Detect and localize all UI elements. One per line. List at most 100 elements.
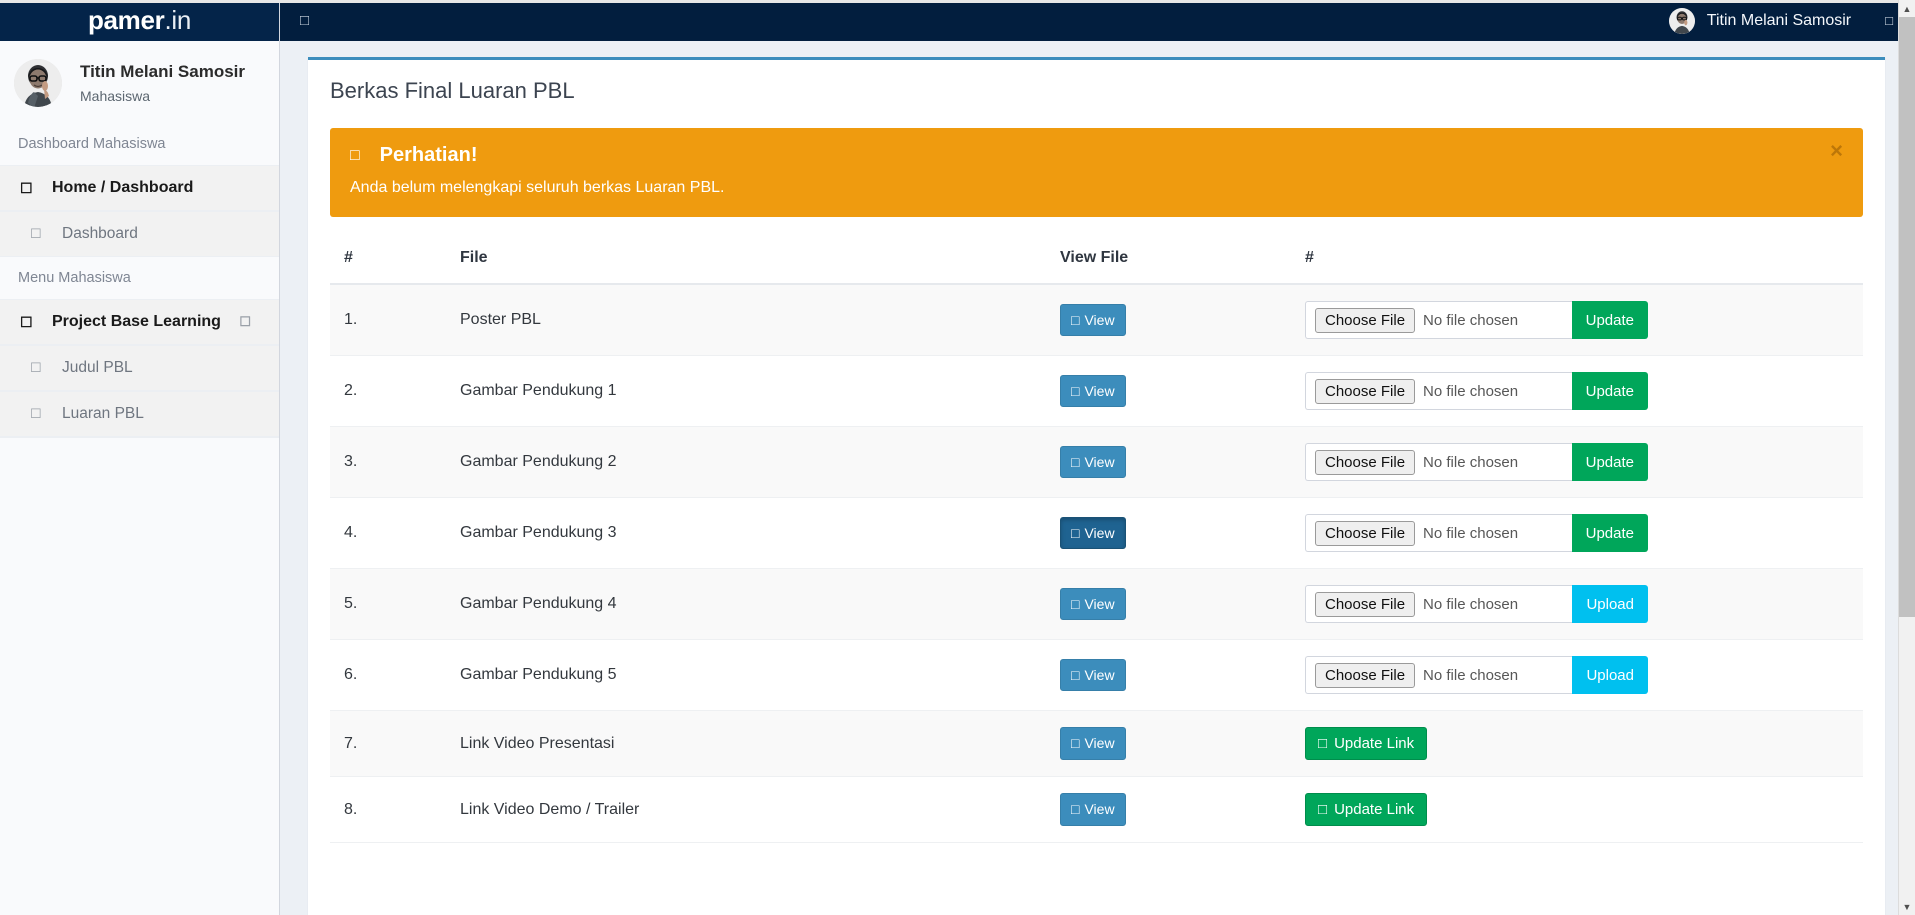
eye-icon: □ [1071,453,1080,470]
file-input[interactable]: Choose File No file chosen [1305,585,1573,623]
file-upload-group: Choose File No file chosen Update [1305,301,1648,339]
row-file-name: Gambar Pendukung 5 [450,639,1050,711]
row-action-cell: Choose File No file chosen Update [1295,497,1863,569]
submit-file-button[interactable]: Update [1571,372,1648,410]
file-status-text: No file chosen [1423,524,1519,542]
choose-file-button[interactable]: Choose File [1315,591,1416,617]
row-action-cell: □ Update Link [1295,776,1863,843]
sidebar-user-role: Mahasiswa [80,87,151,104]
navbar-user-menu[interactable]: Titin Melani Samosir □ [1668,7,1915,34]
update-link-button[interactable]: □ Update Link [1305,793,1428,826]
page-scrollbar[interactable]: ▲ ▼ [1898,0,1915,915]
brand-name-light: .in [164,5,192,35]
brand-logo[interactable]: pamer .in [0,0,279,41]
row-view-cell: □ View [1050,776,1295,843]
file-input[interactable]: Choose File No file chosen [1305,443,1572,481]
view-file-button[interactable]: □ View [1060,658,1126,692]
view-file-button[interactable]: □ View [1060,374,1126,408]
view-file-button[interactable]: □ View [1060,303,1126,337]
sidebar-item-label: Project Base Learning [52,313,221,330]
sidebar-item-project-base-learning[interactable]: ☐ Project Base Learning ☐ [0,299,279,345]
choose-file-button[interactable]: Choose File [1315,662,1416,688]
window-top-edge [0,0,1898,3]
sidebar-item-label: Home / Dashboard [52,179,194,196]
scroll-down-arrow-icon[interactable]: ▼ [1899,898,1915,915]
sidebar-item-label: Judul PBL [62,359,133,376]
choose-file-button[interactable]: Choose File [1315,449,1416,475]
chevron-down-icon[interactable]: □ [1885,13,1893,28]
view-file-button-label: View [1084,595,1115,612]
sidebar-item-judul-pbl[interactable]: ☐ Judul PBL [0,345,279,391]
row-action-cell: Choose File No file chosen Upload [1295,639,1863,711]
sidebar-item-home-dashboard[interactable]: ☐ Home / Dashboard [0,165,279,211]
submit-file-button[interactable]: Update [1571,514,1648,552]
file-input[interactable]: Choose File No file chosen [1305,656,1573,694]
sidebar-user-panel[interactable]: Titin Melani Samosir Mahasiswa [0,41,279,123]
submit-file-button[interactable]: Update [1571,443,1648,481]
row-number: 2. [330,355,450,427]
view-file-button[interactable]: □ View [1060,727,1126,760]
eye-icon: □ [1071,311,1080,328]
sidebar-toggle-icon[interactable]: □ [300,13,309,28]
row-view-cell: □ View [1050,568,1295,640]
warning-alert: □ Perhatian! Anda belum melengkapi selur… [330,128,1863,217]
scroll-up-arrow-icon[interactable]: ▲ [1899,0,1915,17]
sidebar-user-name: Titin Melani Samosir [80,61,246,81]
scrollbar-thumb[interactable] [1899,17,1915,617]
file-status-text: No file chosen [1423,595,1519,613]
sidebar-item-dashboard[interactable]: ☐ Dashboard [0,211,279,257]
content-area: Berkas Final Luaran PBL □ Perhatian! And… [280,41,1915,915]
files-table-body: 1. Poster PBL □ View Choose File No file chos… [330,284,1863,843]
file-input[interactable]: Choose File No file chosen [1305,372,1572,410]
navbar-user-name: Titin Melani Samosir [1706,11,1852,29]
view-file-button[interactable]: □ View [1060,793,1126,826]
submit-file-button[interactable]: Upload [1572,656,1648,694]
file-upload-group: Choose File No file chosen Upload [1305,656,1648,694]
row-number: 8. [330,776,450,843]
row-number: 7. [330,710,450,777]
view-file-button-label: View [1084,311,1115,328]
view-file-button[interactable]: □ View [1060,516,1126,550]
row-action-cell: Choose File No file chosen Upload [1295,568,1863,640]
file-input[interactable]: Choose File No file chosen [1305,514,1572,552]
eye-icon: □ [1071,382,1080,399]
choose-file-button[interactable]: Choose File [1315,307,1416,333]
row-action-cell: Choose File No file chosen Update [1295,426,1863,498]
file-upload-group: Choose File No file chosen Update [1305,514,1648,552]
row-view-cell: □ View [1050,710,1295,777]
eye-icon: □ [1071,524,1080,541]
choose-file-button[interactable]: Choose File [1315,378,1416,404]
table-row: 5. Gambar Pendukung 4 □ View Choose File No f… [330,568,1863,640]
files-table-wrapper: # File View File # 1. Poster PBL □ View Choo… [308,217,1885,843]
choose-file-button[interactable]: Choose File [1315,520,1416,546]
chevron-right-icon: ☐ [239,314,251,329]
alert-close-button[interactable]: × [1830,140,1843,162]
view-file-button-label: View [1084,524,1115,541]
square-glyph-icon: ☐ [30,226,42,241]
view-file-button[interactable]: □ View [1060,587,1126,621]
link-icon: □ [1318,735,1328,752]
table-header-row: # File View File # [330,235,1863,285]
row-file-name: Gambar Pendukung 2 [450,426,1050,498]
view-file-button-label: View [1084,735,1115,752]
sidebar-filler [0,437,279,915]
brand-name-bold: pamer [87,5,165,35]
content-card: Berkas Final Luaran PBL □ Perhatian! And… [308,57,1885,915]
submit-file-button[interactable]: Upload [1572,585,1648,623]
file-upload-group: Choose File No file chosen Update [1305,372,1648,410]
table-row: 7. Link Video Presentasi □ View □ Update Link [330,710,1863,777]
table-row: 6. Gambar Pendukung 5 □ View Choose File No f… [330,639,1863,711]
row-file-name: Gambar Pendukung 3 [450,497,1050,569]
row-number: 1. [330,284,450,356]
sidebar-item-luaran-pbl[interactable]: ☐ Luaran PBL [0,391,279,437]
update-link-button[interactable]: □ Update Link [1305,727,1428,760]
eye-icon: □ [1071,666,1080,683]
sidebar-item-label: Dashboard [62,225,138,242]
view-file-button-label: View [1084,801,1115,818]
submit-file-button[interactable]: Update [1571,301,1648,339]
main-region: □ Titin Melani Samosir □ Berkas Final Lu… [280,0,1915,915]
file-input[interactable]: Choose File No file chosen [1305,301,1572,339]
row-view-cell: □ View [1050,284,1295,356]
view-file-button[interactable]: □ View [1060,445,1126,479]
row-file-name: Link Video Presentasi [450,710,1050,777]
